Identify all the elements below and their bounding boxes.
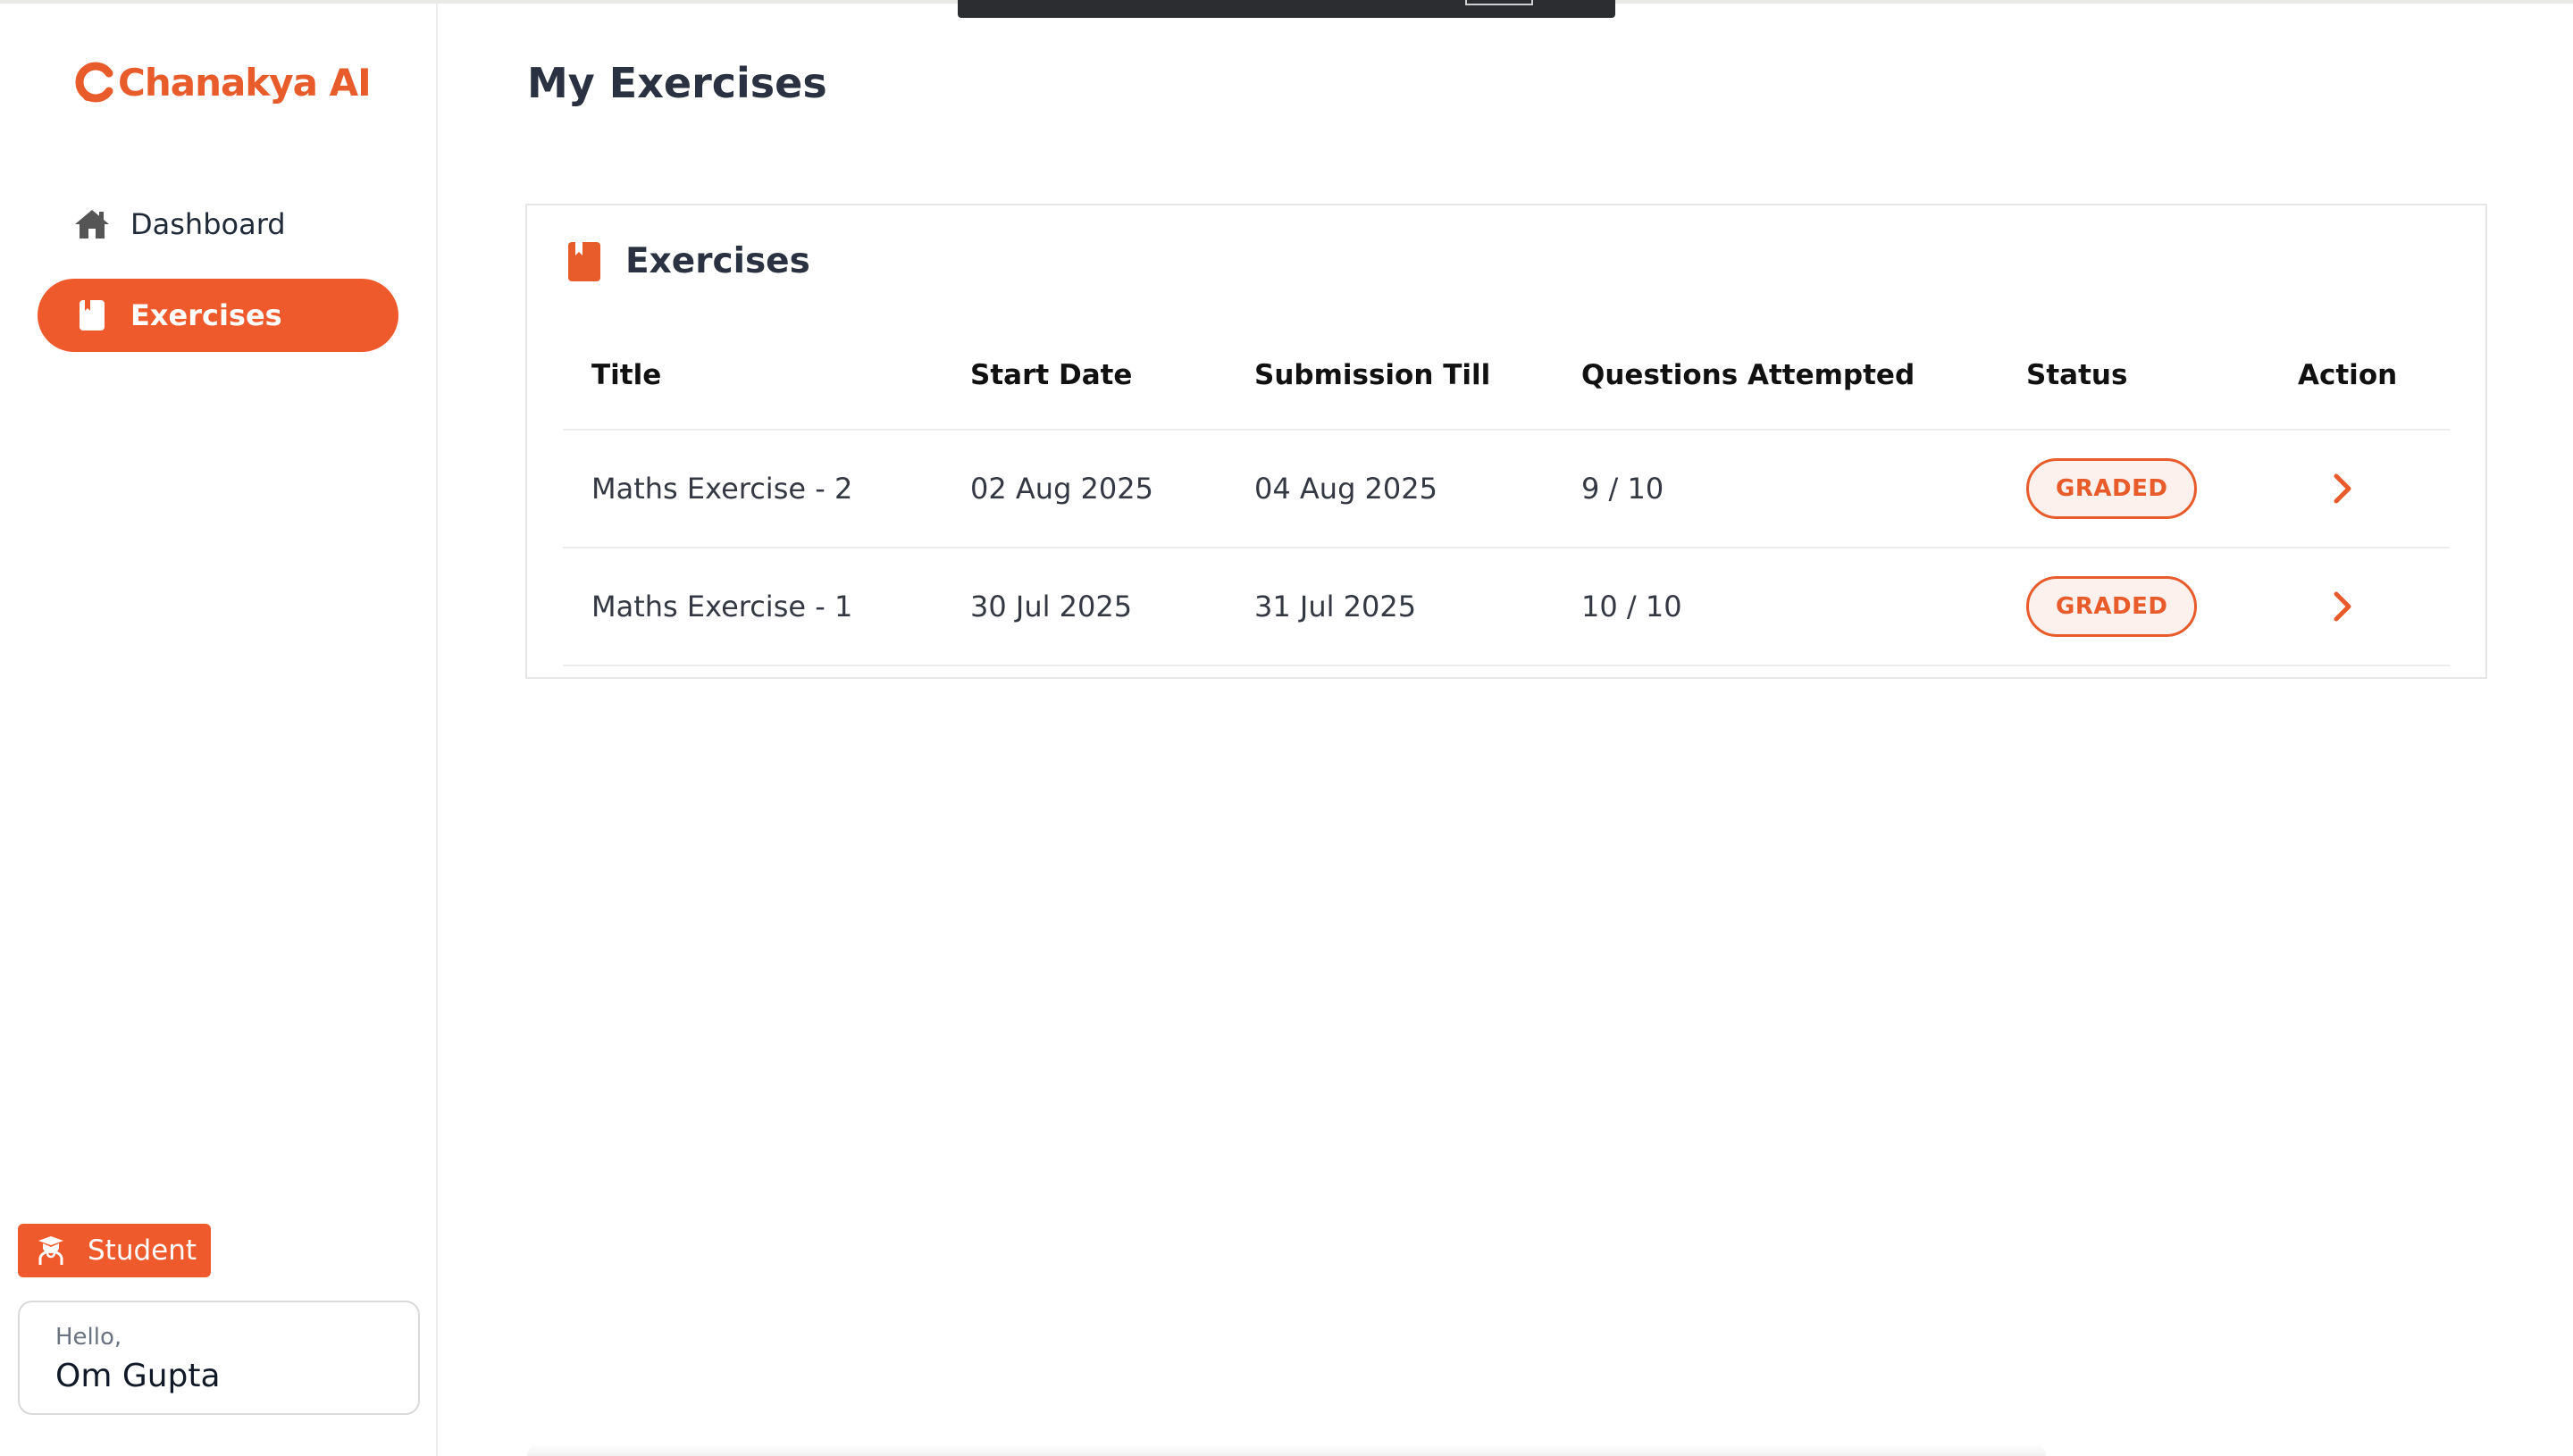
app-root: Chanakya AI Dashboard Exercises Student …	[0, 0, 2573, 1456]
sidebar-item-label: Dashboard	[130, 207, 286, 241]
column-header-status: Status	[2026, 359, 2128, 391]
card-header: Exercises	[568, 241, 810, 281]
book-icon	[73, 297, 111, 334]
sidebar: Chanakya AI Dashboard Exercises Student …	[0, 4, 438, 1456]
exercises-card: Exercises Title Start Date Submission Ti…	[525, 204, 2487, 679]
top-overlay-bar	[958, 0, 1615, 18]
sidebar-item-dashboard[interactable]: Dashboard	[38, 188, 398, 261]
home-icon	[73, 205, 111, 243]
column-header-questions-attempted: Questions Attempted	[1581, 359, 1915, 391]
status-cell: GRADED	[2026, 548, 2198, 665]
user-card[interactable]: Hello, Om Gupta	[18, 1301, 420, 1415]
chevron-right-icon[interactable]	[2325, 471, 2360, 506]
brand-logo[interactable]: Chanakya AI	[73, 57, 372, 107]
start-date: 30 Jul 2025	[970, 590, 1133, 623]
exercise-title: Maths Exercise - 2	[591, 472, 853, 506]
card-title: Exercises	[625, 241, 810, 281]
table-row: Maths Exercise - 2 02 Aug 2025 04 Aug 20…	[563, 431, 2450, 548]
brand-name: Chanakya AI	[118, 60, 372, 105]
column-header-title: Title	[591, 359, 662, 391]
submission-date: 31 Jul 2025	[1254, 590, 1417, 623]
table-header-row: Title Start Date Submission Till Questio…	[563, 322, 2450, 431]
logo-mark-icon	[75, 62, 113, 103]
exercise-title: Maths Exercise - 1	[591, 590, 853, 623]
sidebar-item-exercises[interactable]: Exercises	[38, 279, 398, 352]
status-cell: GRADED	[2026, 431, 2198, 547]
table-row: Maths Exercise - 1 30 Jul 2025 31 Jul 20…	[563, 548, 2450, 666]
overlay-handle[interactable]	[1465, 0, 1533, 5]
chevron-right-icon[interactable]	[2325, 589, 2360, 624]
column-header-action: Action	[2298, 359, 2398, 391]
page-title: My Exercises	[527, 59, 827, 107]
user-name: Om Gupta	[55, 1358, 221, 1394]
column-header-start-date: Start Date	[970, 359, 1133, 391]
bottom-shadow	[527, 1443, 2046, 1456]
role-label: Student	[88, 1234, 197, 1267]
exercises-table: Title Start Date Submission Till Questio…	[563, 322, 2450, 666]
status-badge: GRADED	[2026, 458, 2198, 519]
questions-attempted: 10 / 10	[1581, 590, 1682, 623]
teacher-icon	[38, 1236, 63, 1265]
action-cell	[2298, 548, 2360, 665]
book-icon	[568, 241, 600, 281]
start-date: 02 Aug 2025	[970, 472, 1153, 506]
sidebar-item-label: Exercises	[130, 298, 282, 332]
questions-attempted: 9 / 10	[1581, 472, 1664, 506]
role-badge: Student	[18, 1224, 211, 1277]
user-greeting: Hello,	[55, 1324, 122, 1351]
action-cell	[2298, 431, 2360, 547]
submission-date: 04 Aug 2025	[1254, 472, 1437, 506]
column-header-submission-till: Submission Till	[1254, 359, 1491, 391]
status-badge: GRADED	[2026, 576, 2198, 637]
